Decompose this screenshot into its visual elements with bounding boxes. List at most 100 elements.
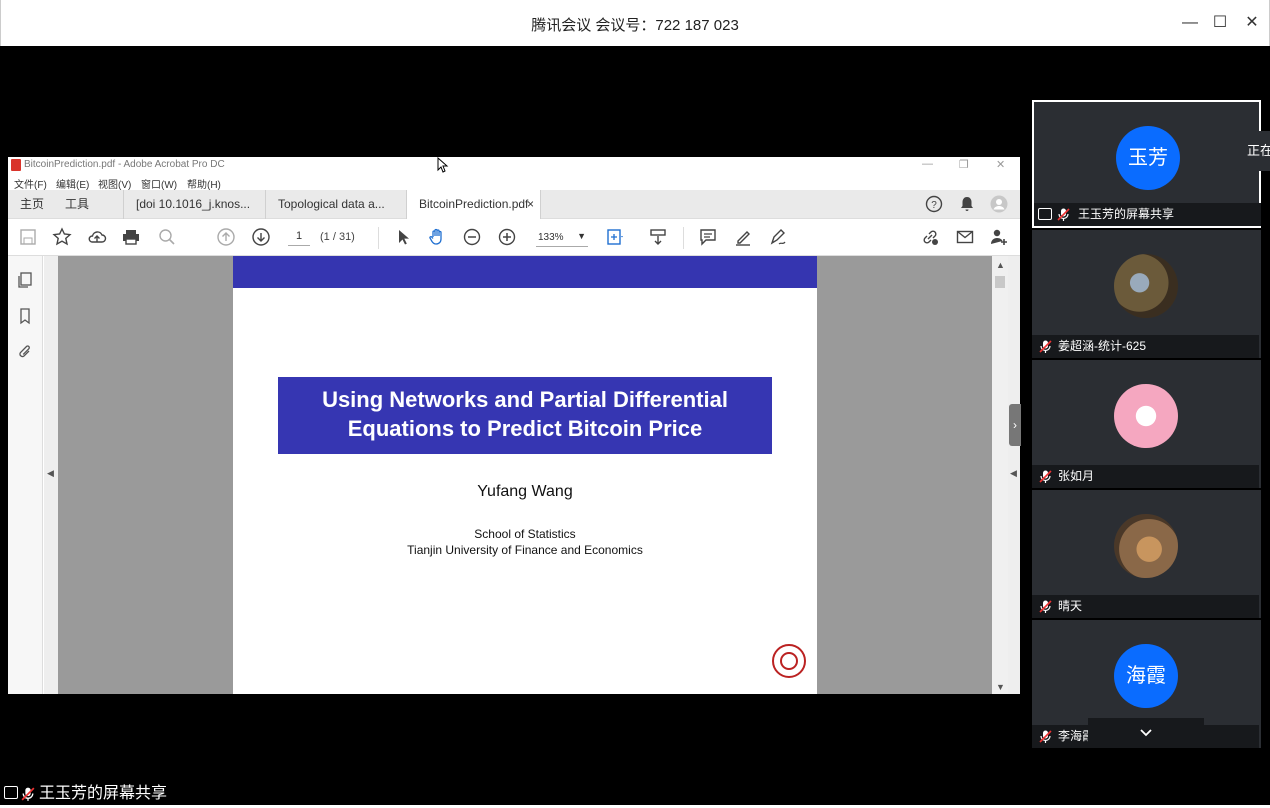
maximize-button[interactable]: ☐ [1210, 12, 1230, 34]
tab-doc-2: Topological data a... [265, 190, 405, 219]
comment-icon [698, 227, 718, 247]
participant-name: 王玉芳的屏幕共享 [1078, 207, 1175, 221]
pdf-title-line-1: Using Networks and Partial Differential [322, 387, 728, 412]
participant-name-bar: 晴天 [1032, 595, 1259, 618]
avatar [1114, 384, 1178, 448]
chevron-down-icon: ▼ [577, 231, 586, 241]
participant-list: 玉芳 王玉芳的屏幕共享 姜超涵-统计-625 张如月 晴天 海霞 李海霞 [1032, 100, 1261, 748]
participant-tile[interactable]: 张如月 [1032, 360, 1261, 488]
pdf-header-band [233, 256, 817, 288]
close-button[interactable]: ✕ [1242, 12, 1262, 34]
account-icon [990, 195, 1008, 213]
chevron-left-icon: ◀ [47, 468, 54, 478]
fit-page-icon [605, 227, 625, 247]
pdf-page: Using Networks and Partial Differential … [233, 256, 817, 694]
mic-muted-icon [21, 787, 35, 801]
avatar [1114, 254, 1178, 318]
help-icon: ? [925, 195, 943, 213]
pdf-app-icon [11, 159, 21, 171]
pdf-title-box: Using Networks and Partial Differential … [278, 377, 772, 454]
expand-participants-button[interactable] [1088, 718, 1204, 748]
select-cursor-icon [393, 227, 413, 247]
upload-cloud-icon [87, 227, 107, 247]
university-seal-logo [772, 644, 806, 678]
mouse-cursor-icon [437, 157, 449, 173]
participant-tile[interactable]: 玉芳 王玉芳的屏幕共享 [1032, 100, 1261, 228]
status-tooltip: 正在 [1235, 131, 1270, 171]
mail-icon [955, 227, 975, 247]
save-icon [18, 227, 38, 247]
highlight-pen-icon [733, 227, 753, 247]
print-icon [121, 227, 141, 247]
bookmark-icon [20, 308, 30, 325]
zoom-level-select: 133% ▼ [536, 230, 588, 247]
mic-muted-icon [1039, 470, 1052, 483]
avatar: 玉芳 [1116, 126, 1180, 190]
acrobat-tab-bar: 主页 工具 [doi 10.1016_j.knos... Topological… [8, 190, 1020, 219]
zoom-search-icon [157, 227, 177, 247]
tab-doc-3-label: BitcoinPrediction.pdf [419, 197, 529, 211]
avatar: 海霞 [1114, 644, 1178, 708]
shared-screen: BitcoinPrediction.pdf - Adobe Acrobat Pr… [8, 157, 1020, 694]
minimize-button[interactable]: — [1180, 12, 1200, 34]
participant-name: 姜超涵-统计-625 [1058, 339, 1147, 353]
tab-home: 主页 [20, 197, 45, 211]
zoom-out-icon [462, 227, 482, 247]
acrobat-toolbar: 1 (1 / 31) 133% ▼ [8, 219, 1020, 256]
menu-view: 视图(V) [98, 180, 132, 191]
svg-text:?: ? [931, 200, 937, 211]
mic-muted-icon [1039, 600, 1052, 613]
scroll-down-icon: ▼ [996, 682, 1005, 692]
prev-page-icon [216, 227, 236, 247]
sign-icon [768, 227, 788, 247]
mic-muted-icon [1039, 340, 1052, 353]
participant-name: 晴天 [1058, 599, 1083, 613]
chevron-left-icon: ◀ [1010, 468, 1017, 478]
left-panel-collapse: ◀ [44, 256, 58, 694]
add-user-icon [989, 227, 1009, 247]
screen-sharer-label: 王玉芳的屏幕共享 [3, 783, 167, 805]
acrobat-window-title: BitcoinPrediction.pdf - Adobe Acrobat Pr… [24, 159, 225, 170]
participant-name-bar: 张如月 [1032, 465, 1259, 488]
menu-edit: 编辑(E) [56, 180, 90, 191]
tab-doc-1: [doi 10.1016_j.knos... [123, 190, 263, 219]
hand-tool-icon [427, 227, 447, 247]
share-link-icon [920, 227, 940, 247]
expand-panel-handle[interactable]: › [1009, 404, 1021, 446]
next-page-icon [251, 227, 271, 247]
pdf-affiliation-2: Tianjin University of Finance and Econom… [407, 543, 643, 557]
bell-icon [961, 197, 973, 211]
sharer-name: 王玉芳的屏幕共享 [39, 785, 168, 802]
pdf-author: Yufang Wang [477, 483, 573, 500]
acrobat-restore-icon: ❐ [959, 159, 969, 171]
meeting-title: 腾讯会议 会议号：722 187 023 [531, 17, 739, 34]
star-icon [52, 227, 72, 247]
acrobat-menu-bar: 文件(F) 编辑(E) 视图(V) 窗口(W) 帮助(H) [8, 174, 1020, 191]
meeting-title-bar: 腾讯会议 会议号：722 187 023 — ☐ ✕ [0, 0, 1270, 46]
scroll-mode-icon [648, 227, 668, 247]
screen-share-icon [4, 786, 18, 799]
attachment-icon [19, 345, 30, 358]
tab-doc-3: BitcoinPrediction.pdf × [406, 190, 541, 219]
toolbar-divider [683, 227, 684, 249]
mic-muted-icon [1057, 208, 1070, 221]
participant-tile[interactable]: 晴天 [1032, 490, 1261, 618]
document-viewer: Using Networks and Partial Differential … [58, 256, 992, 694]
participant-name: 张如月 [1058, 469, 1095, 483]
right-panel-collapse: ◀ [1008, 256, 1020, 694]
pdf-title-line-2: Equations to Predict Bitcoin Price [347, 416, 703, 441]
tab-tools: 工具 [65, 197, 90, 211]
acrobat-minimize-icon: — [922, 158, 933, 170]
scroll-thumb [995, 276, 1005, 288]
toolbar-divider [378, 227, 379, 249]
participant-name-bar: 姜超涵-统计-625 [1032, 335, 1259, 358]
menu-file: 文件(F) [14, 180, 47, 191]
acrobat-title-bar: BitcoinPrediction.pdf - Adobe Acrobat Pr… [8, 157, 1020, 174]
menu-window: 窗口(W) [141, 180, 178, 191]
pdf-affiliation-1: School of Statistics [474, 527, 576, 541]
mic-muted-icon [1039, 730, 1052, 743]
zoom-in-icon [497, 227, 517, 247]
tab-close-icon: × [526, 197, 534, 211]
meeting-window: 腾讯会议 会议号：722 187 023 — ☐ ✕ BitcoinPredic… [0, 0, 1270, 808]
participant-tile[interactable]: 姜超涵-统计-625 [1032, 230, 1261, 358]
